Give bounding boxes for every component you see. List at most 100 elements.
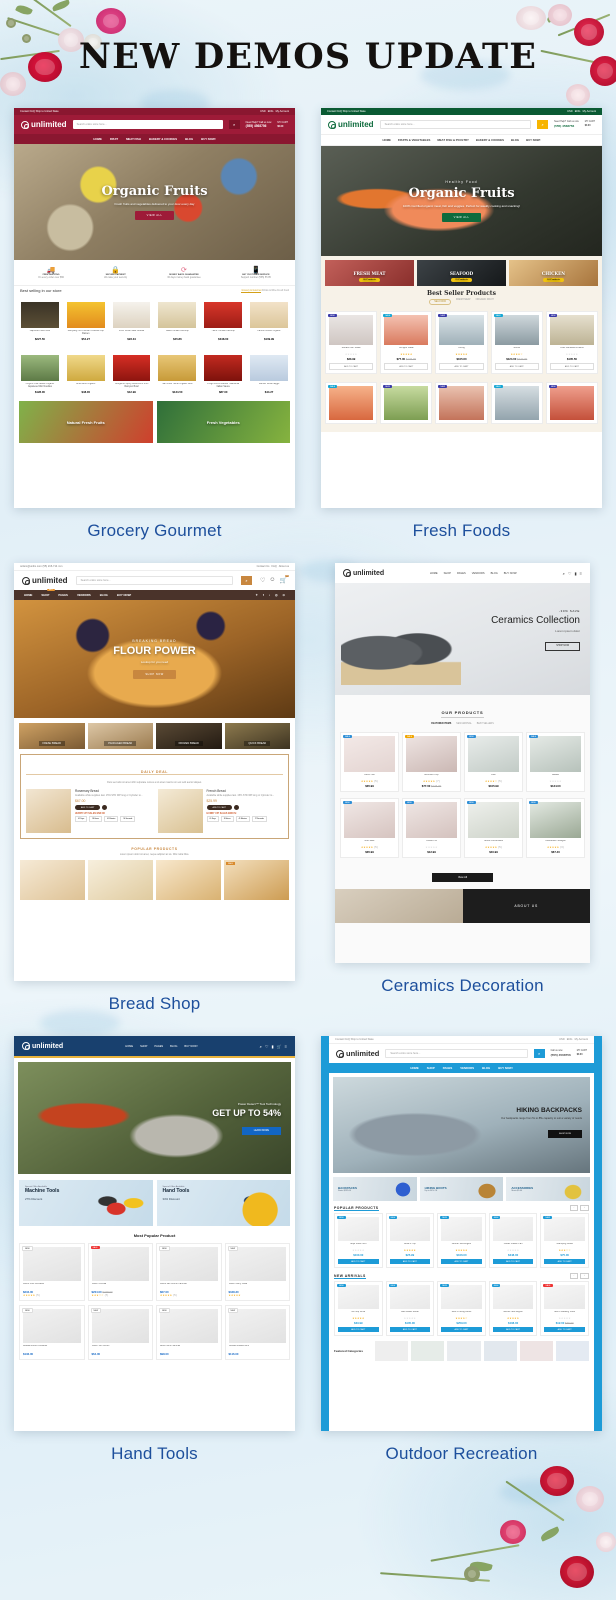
search-input[interactable]: Search entire store here...	[75, 576, 233, 585]
add-to-cart-button[interactable]: ADD TO CART	[75, 805, 101, 811]
product-card[interactable]: NEW	[545, 382, 599, 425]
promo-banner[interactable]: Natural Fresh Fruits	[19, 401, 153, 443]
add-to-cart-button[interactable]: ADD TO CART	[441, 1259, 482, 1265]
view-all-button[interactable]: View All	[431, 873, 494, 882]
cart-button[interactable]: MY CART $0.00	[277, 121, 288, 128]
nav-item[interactable]: HOME	[430, 572, 438, 575]
site-logo[interactable]: unlimited	[343, 569, 384, 578]
product-card[interactable]: NEW Bosch Drill Hammer $98.00	[156, 1305, 222, 1360]
wishlist-icon[interactable]	[102, 805, 108, 811]
product-card[interactable]: SALE Decor Set ★★★★★ (5) $35.99	[340, 732, 399, 792]
search-icon[interactable]: ⌕	[240, 576, 252, 585]
product-card[interactable]: Heinz Tomato Ketchup $348.00	[201, 299, 246, 344]
product-card[interactable]: NEW Codex Plastic Pan ★★★★★ $348.00 ADD TO C…	[488, 1213, 538, 1269]
product-card[interactable]: NEW Glamping Kettle ★★★☆☆ $75.00 ADD TO CART	[540, 1213, 589, 1269]
nav-item[interactable]: BLOG	[482, 1066, 490, 1070]
cart-button[interactable]: MY CART $0.00	[585, 121, 595, 127]
product-card[interactable]: Farmer Brown Eggs $44.27	[247, 352, 291, 397]
product-card[interactable]	[88, 860, 153, 900]
tab[interactable]: ORGANIC FRUIT	[476, 299, 494, 305]
nav-item[interactable]: BAKERY & COOKIES	[149, 137, 177, 141]
product-card[interactable]: NEW Kuring ★★★★★ $105.60 ADD TO CART	[435, 311, 488, 375]
product-card[interactable]: SALE Ecomore Cup ★★★★★ (7) $77.00 $136.00	[402, 732, 461, 792]
nav-item[interactable]: SHOP	[427, 1066, 435, 1070]
wishlist-icon[interactable]: ♡	[568, 571, 572, 576]
carousel-next-button[interactable]: ›	[580, 1273, 589, 1280]
product-card[interactable]: NEW Alofa K Top ★★★★★ $25.99 ADD TO CART	[385, 1213, 435, 1269]
product-card[interactable]: NEW Olivewood Hexagon ★★★★★ (3) $67.40	[526, 798, 585, 858]
hero-cta-button[interactable]: SHOP NOW	[133, 669, 176, 679]
carousel-prev-button[interactable]: ‹	[569, 1205, 579, 1211]
cart-icon[interactable]: 🛒	[277, 1044, 282, 1049]
category-card[interactable]: QUICK BREAD	[224, 723, 290, 749]
social-icons[interactable]: ✦ f ♪ ◎ ⊙	[256, 593, 287, 597]
nav-item[interactable]: FRUIT	[110, 137, 118, 141]
topbar-right[interactable]: Contact Us FAQ About us	[257, 565, 289, 568]
product-card[interactable]: NEW Bosch Carry Case $348.30 ★★★★★	[224, 1243, 290, 1301]
product-card[interactable]: Farmer Brown Organic $109.99	[247, 299, 291, 344]
site-logo[interactable]: unlimited	[22, 1042, 63, 1051]
category-card[interactable]: HIKING BOOTS Up to 54% Off	[419, 1177, 504, 1201]
search-icon[interactable]: ⌕	[537, 120, 549, 129]
promo-card[interactable]: Special Offer Available Hand Tools 34% D…	[156, 1180, 290, 1226]
hero-cta-button[interactable]: SHOP NOW	[547, 1129, 582, 1138]
account-icon[interactable]: ▮	[271, 1044, 273, 1049]
nav-item[interactable]: PAGES	[58, 593, 68, 597]
featured-thumb[interactable]	[555, 1341, 590, 1362]
category-card[interactable]: ACCESSORIES Starts $5.00	[506, 1177, 591, 1201]
screenshot-hand-tools[interactable]: unlimited HOME SHOP PAGES BLOG BUY NOW! …	[14, 1036, 295, 1431]
hero-banner[interactable]: Healthy Food Organic Fruits 100% Certifi…	[321, 146, 602, 256]
product-card[interactable]: SALE Men's Walking Shoe ★★★★★ $12.00 $49.00…	[540, 1281, 589, 1337]
tab[interactable]: BEST SELLERS	[477, 723, 494, 725]
topbar-right[interactable]: USD ENG My Account	[567, 110, 596, 113]
nav-item[interactable]: VENDORS	[460, 1066, 474, 1070]
hero-banner[interactable]: Power Detect™ Tool Technology GET UP TO …	[18, 1062, 291, 1174]
site-logo[interactable]: unlimited	[328, 120, 374, 129]
nav-item[interactable]: SHOP	[41, 593, 49, 597]
category-card[interactable]: SEAFOOD 35 Products	[417, 260, 506, 286]
search-icon[interactable]: ⌕	[533, 1049, 545, 1058]
hero-cta-button[interactable]: VIEW ALL	[441, 213, 482, 223]
product-card[interactable]: NEW Dewalt Round Cordless $132.00	[19, 1305, 85, 1360]
promo-banner[interactable]: Fresh Vegetables	[156, 401, 290, 443]
nav-item[interactable]: BUY NOW!	[504, 572, 517, 575]
search-input[interactable]: Search entire store here...	[72, 120, 223, 129]
featured-thumb[interactable]	[411, 1341, 445, 1362]
product-card[interactable]: Origins Chia Seeds Organic Japanese Mint…	[18, 352, 62, 397]
product-card[interactable]: SALE	[224, 860, 289, 900]
product-card[interactable]: Nongshim Spicy Mushroom Shin Ramyun Bowl…	[109, 352, 154, 397]
add-to-cart-button[interactable]: ADD TO CART	[549, 363, 595, 371]
search-input[interactable]: Search entire store here...	[385, 1049, 528, 1058]
screenshot-fresh-foods[interactable]: Contact FAQ Ship to United State USD ENG…	[321, 108, 602, 508]
product-card[interactable]: SALE Basket ★★★★★ $134.00	[526, 732, 585, 792]
product-card[interactable]: SALE Gringos Steak ★★★★★ $77.00 $136.00 ADD …	[380, 311, 433, 375]
featured-thumb[interactable]	[375, 1341, 409, 1362]
product-card[interactable]: Fu-Li White Jade Noodle $23.34	[109, 299, 154, 344]
nav-item[interactable]: BLOG	[100, 593, 108, 597]
nav-item[interactable]: BUY NOW!	[498, 1066, 512, 1070]
nav-item[interactable]: FRUITS & VEGETABLES	[398, 138, 430, 142]
nav-item[interactable]: SHOP	[140, 1045, 147, 1048]
tab-active[interactable]: FEATURED ITEMS	[431, 723, 451, 725]
add-to-cart-button[interactable]: ADD TO CART	[494, 363, 539, 371]
product-card[interactable]: Baba Tomato Ketchup $45.86	[155, 299, 200, 344]
product-card[interactable]: NEW Nordic Dinnerware ★★★★★ (5) $40.99	[464, 798, 523, 858]
product-card[interactable]: Ania Neris Organic $48.00	[63, 352, 108, 397]
nav-item[interactable]: BUY NOW!	[526, 138, 540, 142]
hero-cta-button[interactable]: SHOP NOW	[545, 641, 580, 651]
nav-item[interactable]: HOME	[383, 138, 391, 142]
product-card[interactable]: NEW Bosch 12V Brush $64.00	[87, 1305, 153, 1360]
search-input[interactable]: Search entire store here...	[379, 120, 532, 129]
search-icon[interactable]: ⌕	[228, 120, 240, 129]
nav-item[interactable]: VENDORS	[472, 572, 485, 575]
add-to-cart-button[interactable]: ADD TO CART	[441, 1327, 482, 1333]
wishlist-icon[interactable]	[233, 805, 239, 811]
product-card[interactable]: SALE	[490, 382, 543, 425]
deal-item[interactable]: Rosemary Bread Available while supplies …	[26, 789, 152, 833]
phone-number[interactable]: (555) 4568756	[246, 124, 272, 128]
product-card[interactable]: Napoline Fried Nuts $227.50	[18, 299, 62, 344]
product-card[interactable]: NEW	[380, 382, 433, 425]
deal-item[interactable]: French Bread Available while supplies la…	[157, 789, 284, 833]
product-card[interactable]: NEW bosch sds Combi Hammer $67.00 ★★★★★ (5)	[156, 1243, 222, 1301]
add-to-cart-button[interactable]: ADD TO CART	[389, 1327, 431, 1333]
